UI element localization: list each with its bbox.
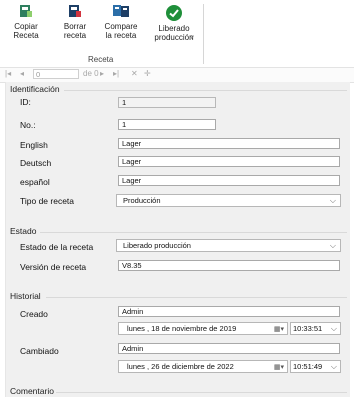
copy-recipe-button[interactable]: Copiar Receta xyxy=(9,4,43,40)
historial-divider xyxy=(46,297,347,298)
chevron-down-icon: ⌵ xyxy=(330,324,337,333)
espanol-label: español xyxy=(20,177,50,187)
delete-recipe-label: Borrar receta xyxy=(63,22,87,40)
nav-add-button[interactable]: ✛ xyxy=(144,69,151,78)
compare-recipe-label: Compare la receta xyxy=(104,22,138,40)
espanol-field[interactable]: Lager xyxy=(118,175,340,186)
ribbon-group-separator xyxy=(203,4,204,64)
comentario-divider xyxy=(56,392,347,393)
english-field[interactable]: Lager xyxy=(118,138,340,149)
nav-count-label: de 0 xyxy=(83,69,99,78)
estado-receta-value: Liberado producción xyxy=(123,241,191,250)
release-production-icon xyxy=(165,4,183,22)
nav-prev-button[interactable]: ◂ xyxy=(20,69,24,78)
ribbon-toolbar: Copiar Receta Borrar receta Compare la r… xyxy=(0,0,354,67)
creado-label: Creado xyxy=(20,309,48,319)
tipo-receta-label: Tipo de receta xyxy=(20,196,75,206)
cambiado-label: Cambiado xyxy=(20,346,59,356)
cambiado-user-field[interactable]: Admin xyxy=(118,343,340,354)
creado-date-picker[interactable]: lunes , 18 de noviembre de 2019 ▦▾ xyxy=(118,322,288,335)
no-field[interactable]: 1 xyxy=(118,119,216,130)
estado-receta-label: Estado de la receta xyxy=(20,242,94,252)
creado-time-field[interactable]: 10:33:51 ⌵ xyxy=(290,322,341,335)
release-dropdown-arrow-icon[interactable]: ˅ xyxy=(190,35,194,42)
tipo-receta-select[interactable]: Producción ⌵ xyxy=(116,194,341,207)
tipo-receta-value: Producción xyxy=(123,196,161,205)
chevron-down-icon: ⌵ xyxy=(330,362,337,371)
calendar-icon[interactable]: ▦▾ xyxy=(274,324,284,335)
id-field: 1 xyxy=(118,97,216,108)
compare-recipe-icon xyxy=(112,4,130,18)
version-receta-label: Versión de receta xyxy=(20,262,87,272)
calendar-icon[interactable]: ▦▾ xyxy=(274,362,284,373)
deutsch-field[interactable]: Lager xyxy=(118,156,340,167)
cambiado-date-picker[interactable]: lunes , 26 de diciembre de 2022 ▦▾ xyxy=(118,360,288,373)
chevron-down-icon: ⌵ xyxy=(329,241,336,250)
copy-recipe-label: Copiar Receta xyxy=(13,22,39,40)
estado-section-title: Estado xyxy=(10,226,37,236)
estado-divider xyxy=(40,232,347,233)
deutsch-label: Deutsch xyxy=(20,158,52,168)
nav-position-input[interactable]: 0 xyxy=(33,69,79,79)
creado-date-value: lunes , 18 de noviembre de 2019 xyxy=(127,324,237,333)
cambiado-time-value: 10:51:49 xyxy=(293,362,323,371)
creado-time-value: 10:33:51 xyxy=(293,324,323,333)
id-label: ID: xyxy=(20,97,31,107)
historial-section-title: Historial xyxy=(10,291,41,301)
version-receta-field[interactable]: V8.35 xyxy=(118,260,340,271)
chevron-down-icon: ⌵ xyxy=(329,196,336,205)
creado-user-field[interactable]: Admin xyxy=(118,306,340,317)
estado-receta-select[interactable]: Liberado producción ⌵ xyxy=(116,239,341,252)
cambiado-date-value: lunes , 26 de diciembre de 2022 xyxy=(127,362,234,371)
ribbon-group-label: Receta xyxy=(88,55,114,64)
copy-recipe-icon xyxy=(19,4,33,18)
nav-last-button[interactable]: ▸| xyxy=(113,69,119,78)
comentario-section-title: Comentario xyxy=(10,386,54,396)
delete-recipe-button[interactable]: Borrar receta xyxy=(59,4,91,40)
identificacion-section-title: Identificación xyxy=(10,84,60,94)
identificacion-divider xyxy=(64,90,347,91)
english-label: English xyxy=(20,140,48,150)
nav-delete-button[interactable]: ✕ xyxy=(131,69,138,78)
no-label: No.: xyxy=(20,120,36,130)
cambiado-time-field[interactable]: 10:51:49 ⌵ xyxy=(290,360,341,373)
nav-first-button[interactable]: |◂ xyxy=(5,69,11,78)
delete-recipe-icon xyxy=(68,4,82,18)
nav-next-button[interactable]: ▸ xyxy=(100,69,104,78)
record-navigator: |◂ ◂ 0 de 0 ▸ ▸| ✕ ✛ xyxy=(0,67,354,83)
compare-recipe-button[interactable]: Compare la receta xyxy=(102,4,140,40)
